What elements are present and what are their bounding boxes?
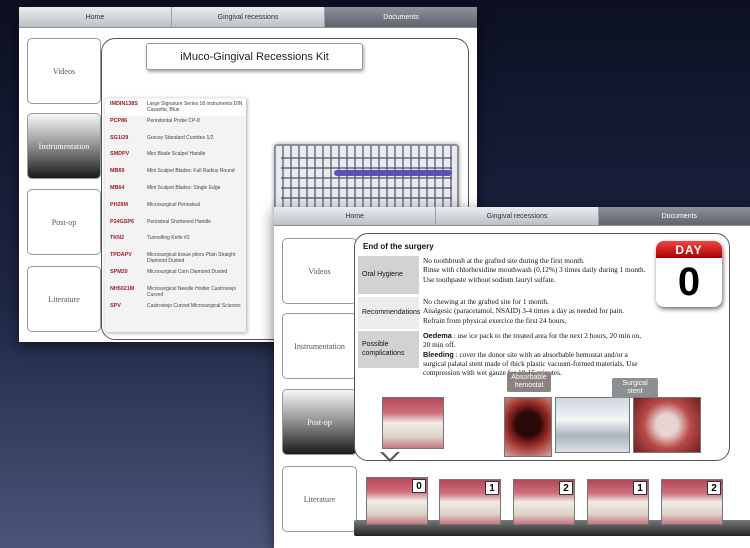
instrument-code: TKN2 — [110, 235, 125, 242]
text-line: No chewing at the grafted site for 1 mon… — [423, 297, 549, 306]
sidebar-item-post-op[interactable]: Post-op — [27, 189, 101, 255]
post-op-window: Home Gingival recessions Documents Video… — [274, 207, 750, 548]
instrument-desc: Castroviejo Curved Microsurgical Scissor… — [147, 302, 241, 309]
thumbnail[interactable]: 1 — [587, 479, 649, 525]
instrument-cassette-image — [274, 144, 459, 214]
instrument-desc: Large Signature Series 18 instruments DI… — [147, 101, 243, 114]
day-badge: 2 — [707, 481, 721, 495]
oedema-term: Oedema — [423, 331, 452, 340]
thumbnail[interactable]: 2 — [661, 479, 723, 525]
instrument-desc: Microsurgical Corn Diamond Dusted — [147, 268, 228, 275]
instrument-desc: Microsurgical Needle Holder Castroviejo … — [147, 285, 237, 298]
instrument-list: IMDIN138S Large Signature Series 18 instr… — [105, 98, 246, 332]
day-badge: 1 — [633, 481, 647, 495]
instrument-code: TPDAPV — [110, 252, 132, 259]
thumbnail[interactable]: 0 — [366, 477, 428, 525]
thumbnail[interactable]: 2 — [513, 479, 575, 525]
text-line: Refrain from physical exercice the first… — [423, 315, 567, 325]
instrument-code: MB69 — [110, 168, 125, 175]
calendar-badge: DAY 0 — [656, 241, 722, 307]
instrument-code: SPM20 — [110, 268, 128, 275]
instrument-desc: Tunnelling Knife #2 — [147, 235, 190, 242]
instrument-desc: Microsurgical Periosteal — [147, 201, 201, 208]
sidebar-item-videos[interactable]: Videos — [282, 238, 357, 304]
top-tab-bar: Home Gingival recessions Documents — [274, 207, 750, 226]
list-item[interactable]: SPM20 Microsurgical Corn Diamond Dusted — [105, 267, 246, 284]
instrument-code: IMDIN138S — [110, 101, 138, 107]
row-label: Possible complications — [358, 331, 419, 368]
day-badge: 1 — [485, 481, 499, 495]
instrument-desc: Periodontal Probe CP-8 — [147, 117, 200, 124]
calendar-day-number: 0 — [677, 260, 701, 304]
day-badge: 2 — [559, 481, 573, 495]
sidebar-item-literature[interactable]: Literature — [282, 466, 357, 532]
tab-documents[interactable]: Documents — [598, 207, 750, 225]
day-badge: 0 — [412, 479, 426, 493]
sidebar-item-instrumentation[interactable]: Instrumentation — [27, 113, 101, 179]
stent-caption: Surgical stent — [612, 378, 658, 398]
tab-gingival-recessions[interactable]: Gingival recessions — [436, 207, 599, 225]
oral-hygiene-row: Oral Hygiene No toothbrush at the grafte… — [358, 256, 648, 294]
instrument-code: SG1/29 — [110, 134, 129, 141]
panel-pointer — [380, 451, 400, 462]
row-text: No toothbrush at the grafted site during… — [419, 256, 648, 294]
list-item[interactable]: P24GSP6 Periosteal Shortened Handle — [105, 217, 246, 234]
list-item[interactable]: IMDIN138S Large Signature Series 18 instr… — [105, 99, 246, 116]
instrument-desc: Periosteal Shortened Handle — [147, 218, 211, 225]
list-item[interactable]: SG1/29 Gracey Standard Curettes 1/2 — [105, 133, 246, 150]
page-title: iMuco-Gingival Recessions Kit — [146, 43, 363, 70]
tab-home[interactable]: Home — [19, 7, 172, 27]
section-title: End of the surgery — [363, 242, 434, 251]
instrument-desc: Gracey Standard Curettes 1/2 — [147, 134, 214, 141]
clinical-photo — [382, 397, 444, 449]
list-item[interactable]: SPV Castroviejo Curved Microsurgical Scis… — [105, 301, 246, 318]
bleeding-term: Bleeding — [423, 349, 454, 359]
text-line: Rinse with chlorhexidine mouthwash (0,12… — [423, 265, 646, 275]
instrument-code: MB64 — [110, 184, 125, 191]
row-label: Recommendations — [358, 297, 420, 329]
instrument-code: NH5021M — [110, 285, 135, 292]
list-item[interactable]: PH26M Microsurgical Periosteal — [105, 200, 246, 217]
complications-row: Possible complications Oedema : use ice … — [358, 331, 648, 377]
row-text: No chewing at the grafted site for 1 mon… — [419, 297, 648, 329]
instrument-code: P24GSP6 — [110, 218, 134, 225]
instrument-code: PCP86 — [110, 117, 128, 124]
hemostat-photo — [504, 397, 552, 457]
calendar-label: DAY — [656, 241, 722, 258]
top-tab-bar: Home Gingival recessions Documents — [19, 7, 477, 28]
instrument-code: SPV — [110, 302, 121, 309]
instrument-code: PH26M — [110, 201, 128, 208]
sidebar-item-post-op[interactable]: Post-op — [282, 389, 357, 455]
sidebar-item-videos[interactable]: Videos — [27, 38, 101, 104]
hemostat-caption: Absorbable hemostat — [507, 372, 551, 392]
tab-gingival-recessions[interactable]: Gingival recessions — [172, 7, 325, 27]
sidebar-item-literature[interactable]: Literature — [27, 266, 101, 332]
instrument-desc: Mini Scalpel Blades: Single Edge — [147, 184, 221, 191]
list-item[interactable]: MB64 Mini Scalpel Blades: Single Edge — [105, 183, 246, 200]
tab-home[interactable]: Home — [274, 207, 437, 225]
tab-documents[interactable]: Documents — [325, 7, 477, 27]
list-item[interactable]: TKN2 Tunnelling Knife #2 — [105, 233, 246, 250]
instrument-desc: Mini Blade Scalpel Handle — [147, 151, 206, 158]
text-line: Analgesic (paracetamol, NSAID) 3-4 times… — [423, 306, 624, 316]
recommendations-row: Recommendations No chewing at the grafte… — [358, 297, 648, 329]
palate-photo — [633, 397, 701, 453]
sidebar-item-instrumentation[interactable]: Instrumentation — [282, 313, 357, 379]
stent-photo — [555, 397, 630, 453]
row-text: Oedema : use ice pack to the treated are… — [419, 331, 648, 377]
text-line: No toothbrush at the grafted site during… — [423, 256, 585, 265]
thumbnail[interactable]: 1 — [439, 479, 501, 525]
list-item[interactable]: PCP86 Periodontal Probe CP-8 — [105, 116, 246, 133]
list-item[interactable]: NH5021M Microsurgical Needle Holder Castr… — [105, 284, 246, 301]
list-item[interactable]: TPDAPV Microsurgical tissue pliers Plain … — [105, 250, 246, 267]
text-line: Use toothpaste without sodium lauryl sul… — [423, 274, 556, 284]
list-item[interactable]: SMDPV Mini Blade Scalpel Handle — [105, 149, 246, 166]
list-item[interactable]: MB69 Mini Scalpel Blades: Full Radius Rou… — [105, 166, 246, 183]
instrument-desc: Mini Scalpel Blades: Full Radius Round — [147, 168, 235, 175]
oedema-text: : use ice pack to the treated area for t… — [423, 331, 642, 350]
instrument-desc: Microsurgical tissue pliers Plain Straig… — [147, 252, 236, 265]
row-label: Oral Hygiene — [358, 256, 419, 294]
instrument-code: SMDPV — [110, 151, 130, 158]
